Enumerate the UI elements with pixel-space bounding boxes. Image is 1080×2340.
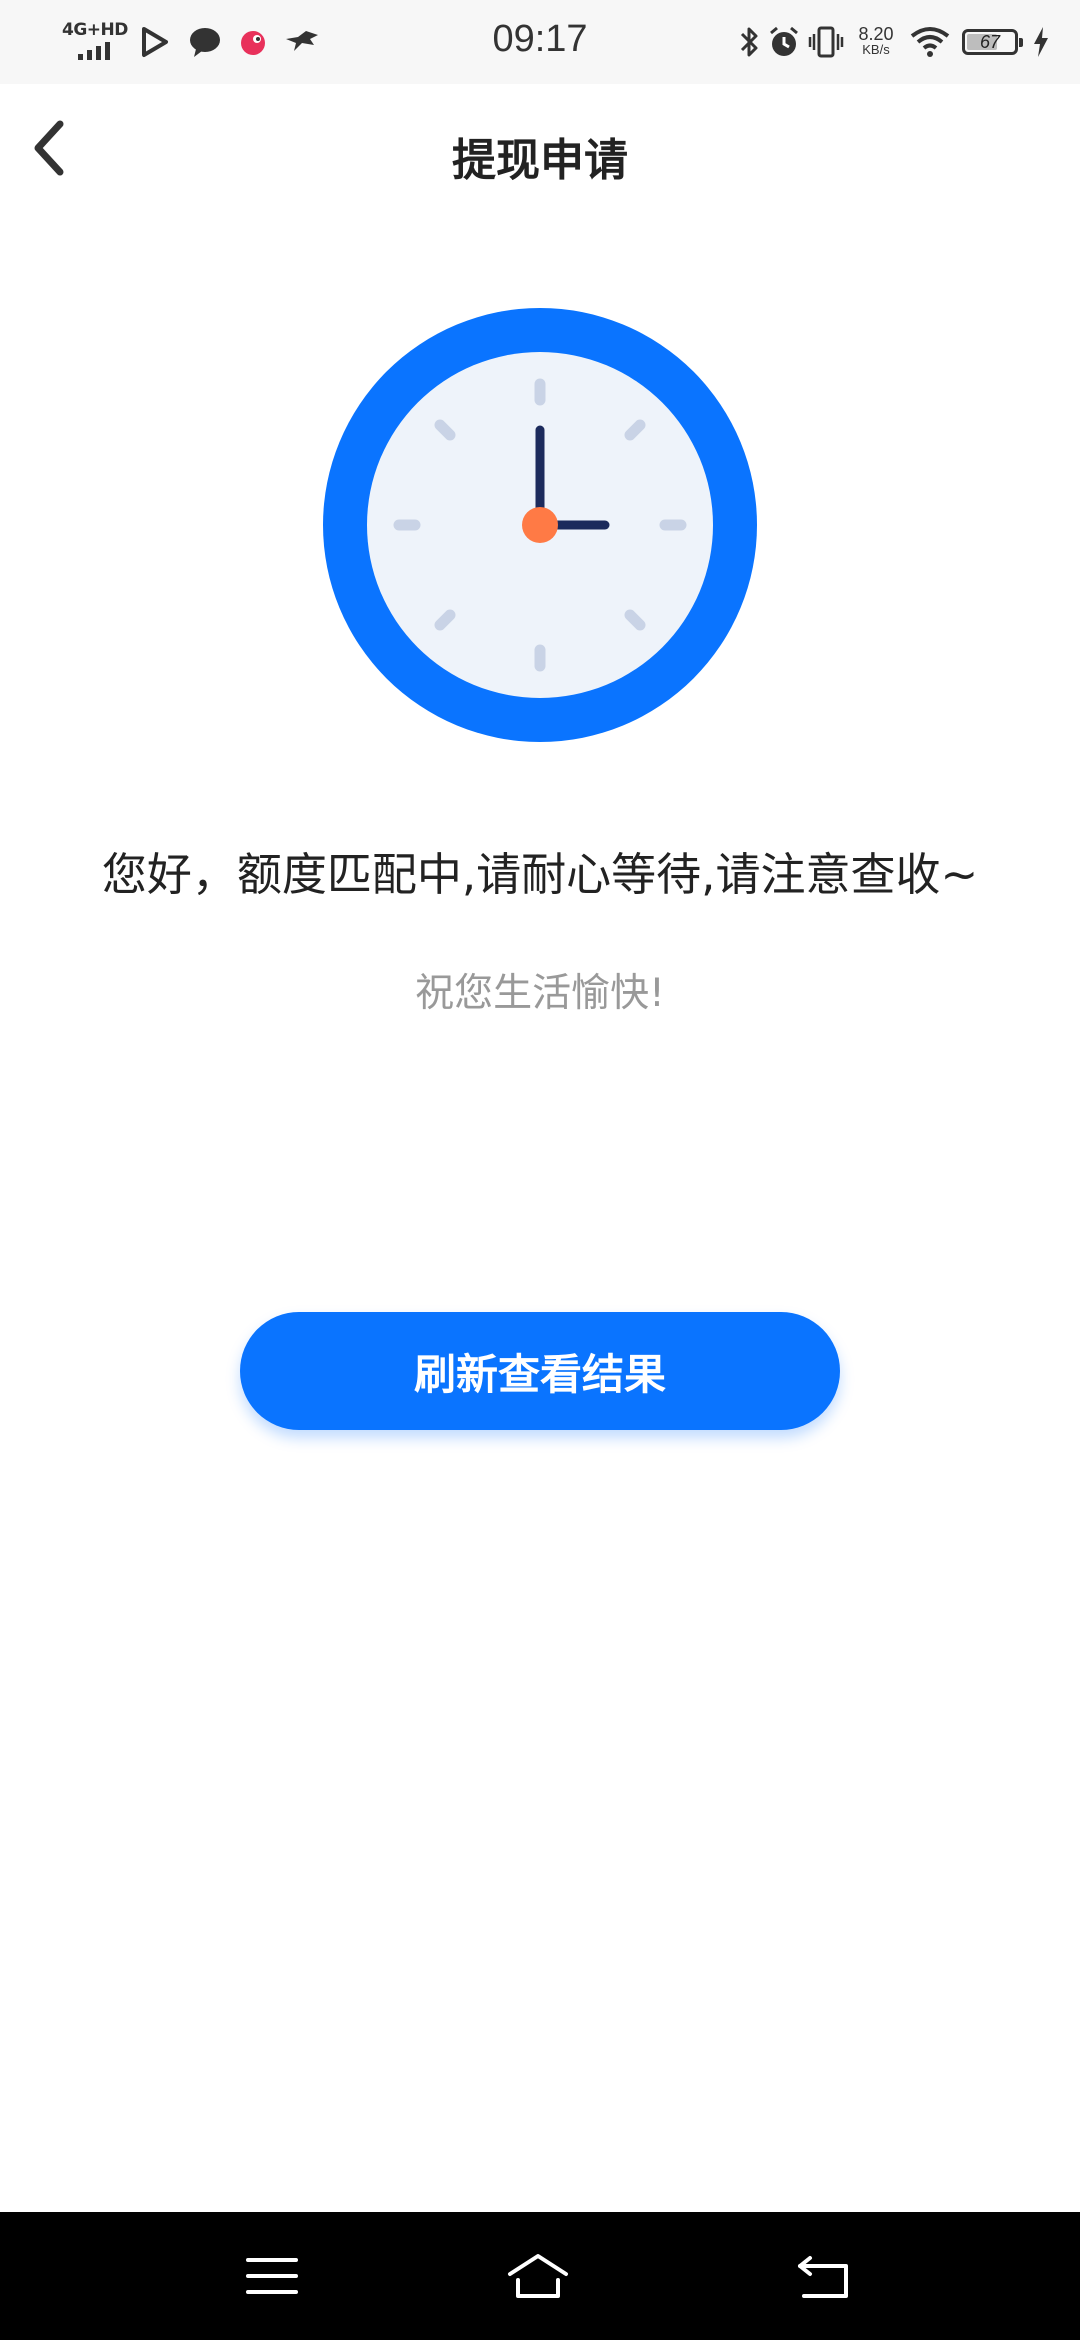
nav-bar: 提现申请 <box>0 84 1080 220</box>
speed-unit: KB/s <box>862 42 890 57</box>
battery-level: 67 <box>979 32 1001 52</box>
network-speed: 8.20 KB/s <box>854 24 898 58</box>
status-bar: 4G+HD 09:17 8.20 KB/s 67 <box>0 0 1080 84</box>
speed-value: 8.20 <box>858 24 894 44</box>
bluetooth-icon <box>740 27 758 57</box>
charging-icon <box>1034 27 1048 57</box>
home-icon[interactable] <box>506 2244 570 2308</box>
refresh-result-button[interactable]: 刷新查看结果 <box>240 1312 840 1430</box>
battery-icon: 67 <box>962 29 1023 55</box>
status-message: 您好，额度匹配中,请耐心等待,请注意查收~ <box>101 848 979 901</box>
status-right: 8.20 KB/s 67 <box>738 18 1050 66</box>
system-nav-bar <box>0 2212 1080 2340</box>
vibrate-icon <box>808 26 844 58</box>
page-title: 提现申请 <box>452 135 628 186</box>
battery-cap <box>1019 38 1023 47</box>
back-icon[interactable] <box>792 2244 856 2308</box>
menu-icon[interactable] <box>240 2244 304 2308</box>
screen: 4G+HD 09:17 8.20 KB/s 67 提现申请 您好，额度匹配中,请… <box>0 0 1080 2340</box>
alarm-icon <box>770 26 798 56</box>
clock-center <box>522 507 558 543</box>
wifi-icon <box>910 27 950 57</box>
clock-icon <box>323 308 757 742</box>
greeting-message: 祝您生活愉快! <box>415 971 665 1016</box>
